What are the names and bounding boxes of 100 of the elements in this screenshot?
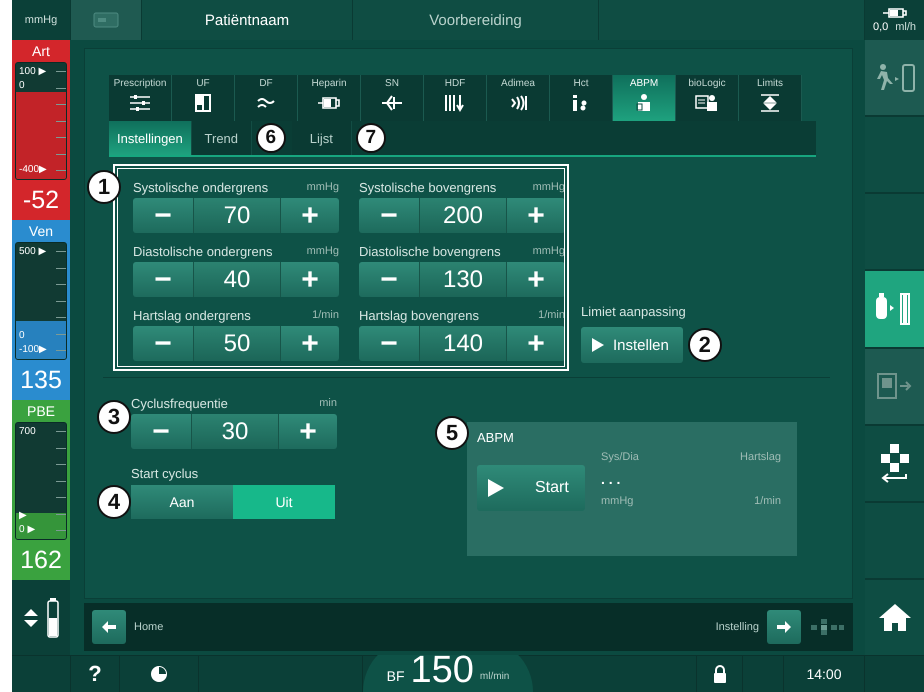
play-icon xyxy=(487,478,505,498)
minus-button[interactable]: − xyxy=(359,326,419,361)
pressure-label: Ven xyxy=(28,222,54,241)
minus-button[interactable]: − xyxy=(359,262,419,297)
scale-label: 500 ▶ xyxy=(19,245,46,259)
field-label: Hartslag ondergrens xyxy=(133,308,251,322)
value-field[interactable]: 200 xyxy=(419,198,507,233)
left-arrow-icon xyxy=(101,620,117,634)
callout-number: 7 xyxy=(356,123,386,153)
reading-value: . . . xyxy=(601,471,622,487)
value-field[interactable]: 130 xyxy=(419,262,507,297)
scale-label: 0 ▶ xyxy=(19,523,36,537)
scale-label: ▶ xyxy=(19,509,28,523)
rate-unit: ml/h xyxy=(895,21,916,33)
scale-label: 0 xyxy=(19,79,26,93)
right-arrow-icon xyxy=(776,620,792,634)
panel-title: ABPM xyxy=(477,430,515,445)
clock-icon[interactable] xyxy=(150,665,168,683)
pressure-value: 135 xyxy=(20,365,62,396)
callout-number: 2 xyxy=(688,328,722,362)
minus-button[interactable]: − xyxy=(131,414,191,449)
field-label: Start cyclus xyxy=(131,465,200,483)
minus-button[interactable]: − xyxy=(133,326,193,361)
field-label: Systolische ondergrens xyxy=(133,180,268,194)
clock-time: 14:00 xyxy=(784,656,865,692)
reading-label: Sys/Dia xyxy=(601,451,640,463)
screen-person-icon xyxy=(695,93,719,113)
flow-label: BF xyxy=(386,668,405,686)
play-icon xyxy=(591,337,605,353)
tab[interactable]: bioLogic xyxy=(676,75,739,121)
plus-button[interactable]: + xyxy=(507,262,565,297)
unit-label: 1/min xyxy=(538,309,565,321)
flow-unit: ml/min xyxy=(480,671,510,684)
field-label: Diastolische bovengrens xyxy=(359,244,501,258)
unit-label: 1/min xyxy=(753,495,781,507)
field-label: Limiet aanpassing xyxy=(581,304,686,319)
callout-number: 6 xyxy=(256,123,286,153)
field-label: Hartslag bovengrens xyxy=(359,308,479,322)
plus-button[interactable]: + xyxy=(507,326,565,361)
lock-icon[interactable] xyxy=(712,665,726,683)
sidebar-item[interactable] xyxy=(865,426,924,501)
tab[interactable]: Limits xyxy=(739,75,802,121)
callout-number: 5 xyxy=(435,416,469,450)
nav-label: Home xyxy=(134,621,164,633)
scale-label: -400▶ xyxy=(19,163,48,177)
minus-button[interactable]: − xyxy=(133,262,193,297)
pressure-label: PBE xyxy=(26,402,55,421)
level-bar-icon[interactable] xyxy=(47,598,59,638)
tab[interactable]: Prescription xyxy=(109,75,172,121)
set-button[interactable]: Instellen xyxy=(581,327,683,363)
reading-label: Hartslag xyxy=(739,451,781,463)
field-label: Diastolische ondergrens xyxy=(133,244,272,258)
plus-button[interactable]: + xyxy=(281,198,339,233)
sidebar-item[interactable] xyxy=(865,580,924,655)
unit-label: mmHg xyxy=(532,181,565,193)
value-field[interactable]: 70 xyxy=(193,198,281,233)
unit-label: mmHg xyxy=(532,245,565,257)
plus-button[interactable]: + xyxy=(281,262,339,297)
expand-lines-icon xyxy=(758,93,782,113)
unit-label: mmHg xyxy=(12,0,71,40)
back-button[interactable] xyxy=(92,610,126,644)
help-button[interactable]: ? xyxy=(88,661,102,687)
toggle-option[interactable]: Aan xyxy=(131,485,233,519)
scale-label: -100▶ xyxy=(19,343,48,357)
tab[interactable]: SN xyxy=(361,75,424,121)
up-down-arrows-icon[interactable] xyxy=(23,608,39,628)
value-field[interactable]: 50 xyxy=(193,326,281,361)
unit-label: mmHg xyxy=(306,181,339,193)
rate-value: 0,0 xyxy=(872,21,888,33)
tab[interactable]: Heparin xyxy=(298,75,361,121)
tab[interactable]: Hct xyxy=(550,75,613,121)
field-label: Systolische bovengrens xyxy=(359,180,496,194)
field-label: Cyclusfrequentie xyxy=(131,396,228,410)
flow-value: 150 xyxy=(410,650,474,690)
next-button[interactable] xyxy=(767,610,801,644)
home-icon xyxy=(876,602,912,632)
plus-button[interactable]: + xyxy=(279,414,337,449)
tab[interactable]: ABPM xyxy=(613,75,676,121)
scale-label: 100 ▶ xyxy=(19,65,46,79)
callout-number: 4 xyxy=(97,485,131,519)
pressure-value: -52 xyxy=(22,185,60,216)
tab[interactable]: DF xyxy=(235,75,298,121)
tab[interactable]: Adimea xyxy=(487,75,550,121)
sliders-icon xyxy=(128,93,152,113)
tab[interactable]: HDF xyxy=(424,75,487,121)
value-field[interactable]: 40 xyxy=(193,262,281,297)
scale-label: 700 xyxy=(19,425,36,439)
value-field[interactable]: 140 xyxy=(419,326,507,361)
minus-button[interactable]: − xyxy=(359,198,419,233)
dots-icon xyxy=(809,619,845,635)
start-button[interactable]: Start xyxy=(477,465,585,511)
minus-button[interactable]: − xyxy=(133,198,193,233)
plus-button[interactable]: + xyxy=(281,326,339,361)
pressure-value: 162 xyxy=(20,545,62,576)
value-field[interactable]: 30 xyxy=(191,414,279,449)
tab[interactable]: UF xyxy=(172,75,235,121)
plus-button[interactable]: + xyxy=(507,198,565,233)
sub-tab[interactable]: Instellingen xyxy=(109,121,192,155)
unit-label: 1/min xyxy=(312,309,339,321)
callout-number: 3 xyxy=(97,400,131,434)
